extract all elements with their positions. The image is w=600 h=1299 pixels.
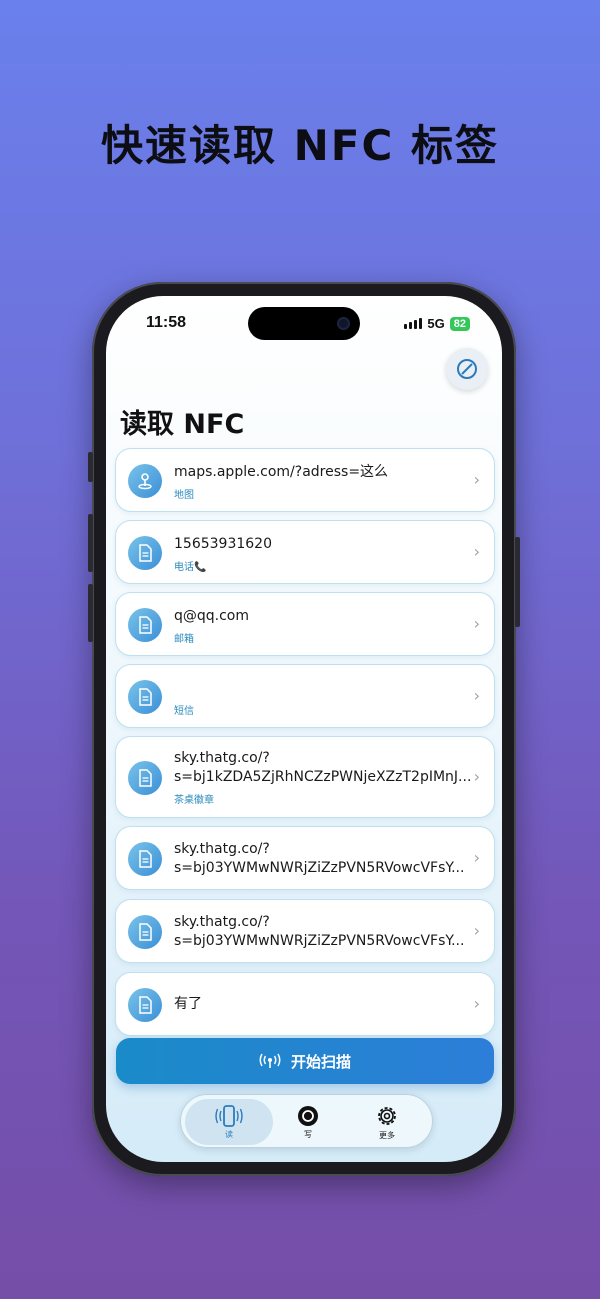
tab-read[interactable]: 读 [185,1099,273,1145]
record-item[interactable]: sky.thatg.co/? s=bj03YWMwNWRjZiZzPVN5RVo… [115,899,495,963]
app-screen: 11:58 5G 82 读取 NFC maps.apple.com/?adres… [106,296,502,1162]
status-indicators: 5G 82 [404,316,470,331]
volume-up-button [88,514,93,572]
record-type: 电话📞 [174,562,207,573]
record-type: 邮箱 [174,634,194,645]
tab-more[interactable]: 更多 [343,1099,431,1145]
record-primary: maps.apple.com/?adress=这么 [174,464,389,480]
map-pin-icon [128,464,162,498]
page-title: 读取 NFC [120,409,245,440]
record-type: 茶桌徽章 [174,795,214,806]
document-icon [128,988,162,1022]
volume-down-button [88,584,93,642]
tab-bar: 读 写 更多 [180,1094,433,1148]
antenna-icon [259,1053,281,1068]
record-item[interactable]: sky.thatg.co/? s=bj1kZDA5ZjRhNCZzPWNjeXZ… [115,736,495,818]
document-icon [128,608,162,642]
document-icon [128,680,162,714]
chevron-right-icon: › [473,921,480,940]
dynamic-island [248,307,360,340]
phone-frame: 11:58 5G 82 读取 NFC maps.apple.com/?adres… [88,282,520,1176]
record-item[interactable]: q@qq.com 邮箱 › [115,592,495,656]
promo-headline: 快速读取 NFC 标签 [101,121,499,170]
record-item[interactable]: sky.thatg.co/? s=bj03YWMwNWRjZiZzPVN5RVo… [115,826,495,890]
write-tag-icon [298,1105,318,1126]
scan-button-label: 开始扫描 [290,1052,351,1071]
document-icon [128,761,162,795]
chevron-right-icon: › [473,614,480,633]
record-type: 地图 [174,490,194,501]
document-icon [128,842,162,876]
no-entry-icon [457,359,477,379]
record-primary [174,679,460,698]
record-primary: 15653931620 [174,536,272,552]
tab-write[interactable]: 写 [264,1099,352,1145]
record-type: 短信 [174,706,194,717]
record-item[interactable]: 15653931620 电话📞 › [115,520,495,584]
chevron-right-icon: › [473,848,480,867]
record-item[interactable]: maps.apple.com/?adress=这么 地图 › [115,448,495,512]
action-button [88,452,93,482]
phone-nfc-icon [215,1104,243,1127]
record-primary: q@qq.com [174,608,250,624]
chevron-right-icon: › [473,767,480,786]
record-item[interactable]: 短信 › [115,664,495,728]
document-icon [128,536,162,570]
tab-label: 写 [304,1129,312,1139]
record-primary: sky.thatg.co/? s=bj03YWMwNWRjZiZzPVN5RVo… [174,914,465,949]
clear-button[interactable] [446,348,488,390]
tab-label: 读 [225,1129,233,1139]
record-item[interactable]: 有了 › [115,972,495,1036]
tab-label: 更多 [379,1130,395,1140]
record-primary: sky.thatg.co/? s=bj03YWMwNWRjZiZzPVN5RVo… [174,841,465,876]
chevron-right-icon: › [473,470,480,489]
signal-icon [404,318,423,329]
status-time: 11:58 [146,314,187,331]
chevron-right-icon: › [473,686,480,705]
record-primary: 有了 [174,996,202,1012]
gear-icon [378,1106,396,1125]
start-scan-button[interactable]: 开始扫描 [116,1038,494,1084]
document-icon [128,915,162,949]
record-primary: sky.thatg.co/? s=bj1kZDA5ZjRhNCZzPWNjeXZ… [174,750,472,785]
battery-icon: 82 [449,316,470,331]
network-type: 5G [427,316,445,331]
chevron-right-icon: › [473,542,480,561]
power-button [515,537,520,627]
chevron-right-icon: › [473,994,480,1013]
